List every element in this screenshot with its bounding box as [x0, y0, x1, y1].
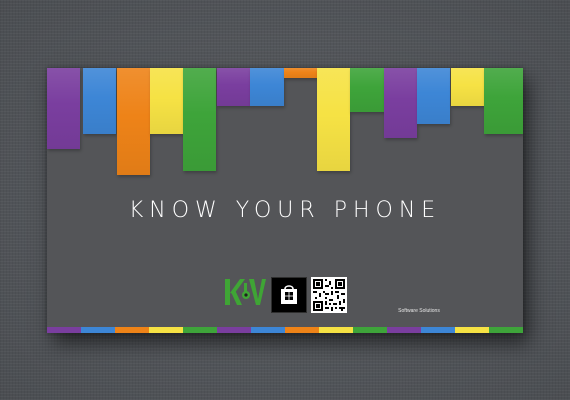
qr-code-icon[interactable] [311, 277, 347, 313]
bottom-color-stripe [47, 327, 523, 333]
color-bar [317, 68, 350, 171]
windows-store-icon[interactable] [271, 277, 307, 313]
stripe-segment [251, 327, 285, 333]
stripe-segment [183, 327, 217, 333]
color-bar [217, 68, 250, 106]
color-bar [150, 68, 183, 134]
stripe-segment [47, 327, 81, 333]
kv-software-logo-icon: Software Solutions [222, 275, 440, 319]
business-card: KNOW YOUR PHONE Software Solutions [47, 68, 523, 333]
stripe-segment [319, 327, 353, 333]
kv-caption: Software Solutions [398, 308, 440, 314]
stripe-segment [217, 327, 251, 333]
color-bar [451, 68, 484, 106]
logo-row: Software Solutions [47, 275, 523, 319]
color-bar [284, 68, 317, 78]
color-bar [384, 68, 417, 138]
color-bars [47, 68, 523, 178]
color-bar [484, 68, 523, 134]
color-bar [350, 68, 384, 112]
stripe-segment [421, 327, 455, 333]
stripe-segment [149, 327, 183, 333]
stripe-segment [387, 327, 421, 333]
color-bar [47, 68, 80, 149]
stripe-segment [353, 327, 387, 333]
stripe-segment [285, 327, 319, 333]
stripe-segment [489, 327, 523, 333]
stripe-segment [115, 327, 149, 333]
color-bar [83, 68, 116, 134]
color-bar [183, 68, 216, 171]
card-title: KNOW YOUR PHONE [128, 198, 442, 223]
stripe-segment [455, 327, 489, 333]
color-bar [250, 68, 284, 106]
color-bar [417, 68, 450, 124]
color-bar [117, 68, 150, 175]
stripe-segment [81, 327, 115, 333]
